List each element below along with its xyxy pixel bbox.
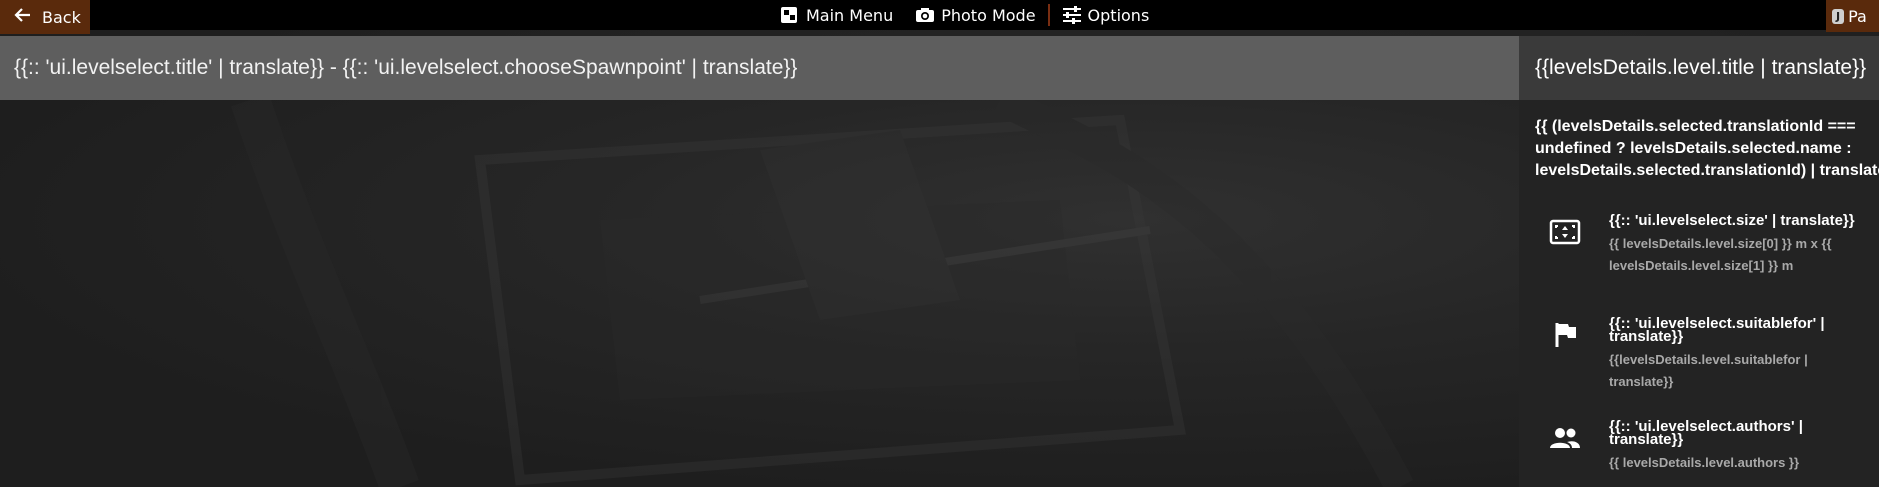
level-title: {{levelsDetails.level.title | translate}… <box>1519 36 1879 100</box>
main-menu-icon <box>780 6 798 24</box>
photo-mode-button[interactable]: Photo Mode <box>915 5 1036 25</box>
photo-mode-label: Photo Mode <box>941 5 1036 25</box>
main-navigation: Main Menu Photo Mode Options <box>780 0 1171 30</box>
back-label: Back <box>42 7 81 27</box>
camera-icon <box>915 6 935 24</box>
suitable-for-label: {{:: 'ui.levelselect.suitablefor' | tran… <box>1609 315 1825 345</box>
level-select-screen: Back Main Menu Photo Mode Options J Pa {… <box>0 0 1879 487</box>
authors-label: {{:: 'ui.levelselect.authors' | translat… <box>1609 418 1803 448</box>
keyboard-key-icon: J <box>1832 8 1845 24</box>
people-icon <box>1549 422 1581 454</box>
pause-label: Pa <box>1848 6 1867 26</box>
options-button[interactable]: Options <box>1062 5 1150 25</box>
pause-button[interactable]: J Pa <box>1826 0 1879 32</box>
level-details-panel: {{levelsDetails.level.title | translate}… <box>1519 36 1879 487</box>
arrow-left-icon <box>14 6 32 28</box>
selected-spawnpoint-name: {{ (levelsDetails.selected.translationId… <box>1535 118 1879 179</box>
size-label: {{:: 'ui.levelselect.size' | translate}} <box>1609 212 1855 229</box>
size-frame-icon <box>1549 216 1581 248</box>
main-menu-button[interactable]: Main Menu <box>780 6 893 25</box>
size-value: {{ levelsDetails.level.size[0] }} m x {{… <box>1609 236 1832 273</box>
detail-size: {{:: 'ui.levelselect.size' | translate}}… <box>1549 212 1869 277</box>
back-button[interactable]: Back <box>0 0 90 34</box>
page-title: {{:: 'ui.levelselect.title' | translate}… <box>0 36 1520 100</box>
main-menu-label: Main Menu <box>806 5 894 25</box>
sliders-icon <box>1062 6 1081 24</box>
detail-authors: {{:: 'ui.levelselect.authors' | translat… <box>1549 418 1869 474</box>
options-label: Options <box>1087 5 1150 25</box>
menu-separator <box>1047 4 1050 26</box>
top-menu-bar: Back Main Menu Photo Mode Options J Pa <box>0 0 1879 34</box>
detail-suitable-for: {{:: 'ui.levelselect.suitablefor' | tran… <box>1549 315 1869 393</box>
suitable-for-value: {{levelsDetails.level.suitablefor | tran… <box>1609 352 1808 389</box>
flag-icon <box>1549 319 1581 351</box>
authors-value: {{ levelsDetails.level.authors }} <box>1609 455 1800 470</box>
